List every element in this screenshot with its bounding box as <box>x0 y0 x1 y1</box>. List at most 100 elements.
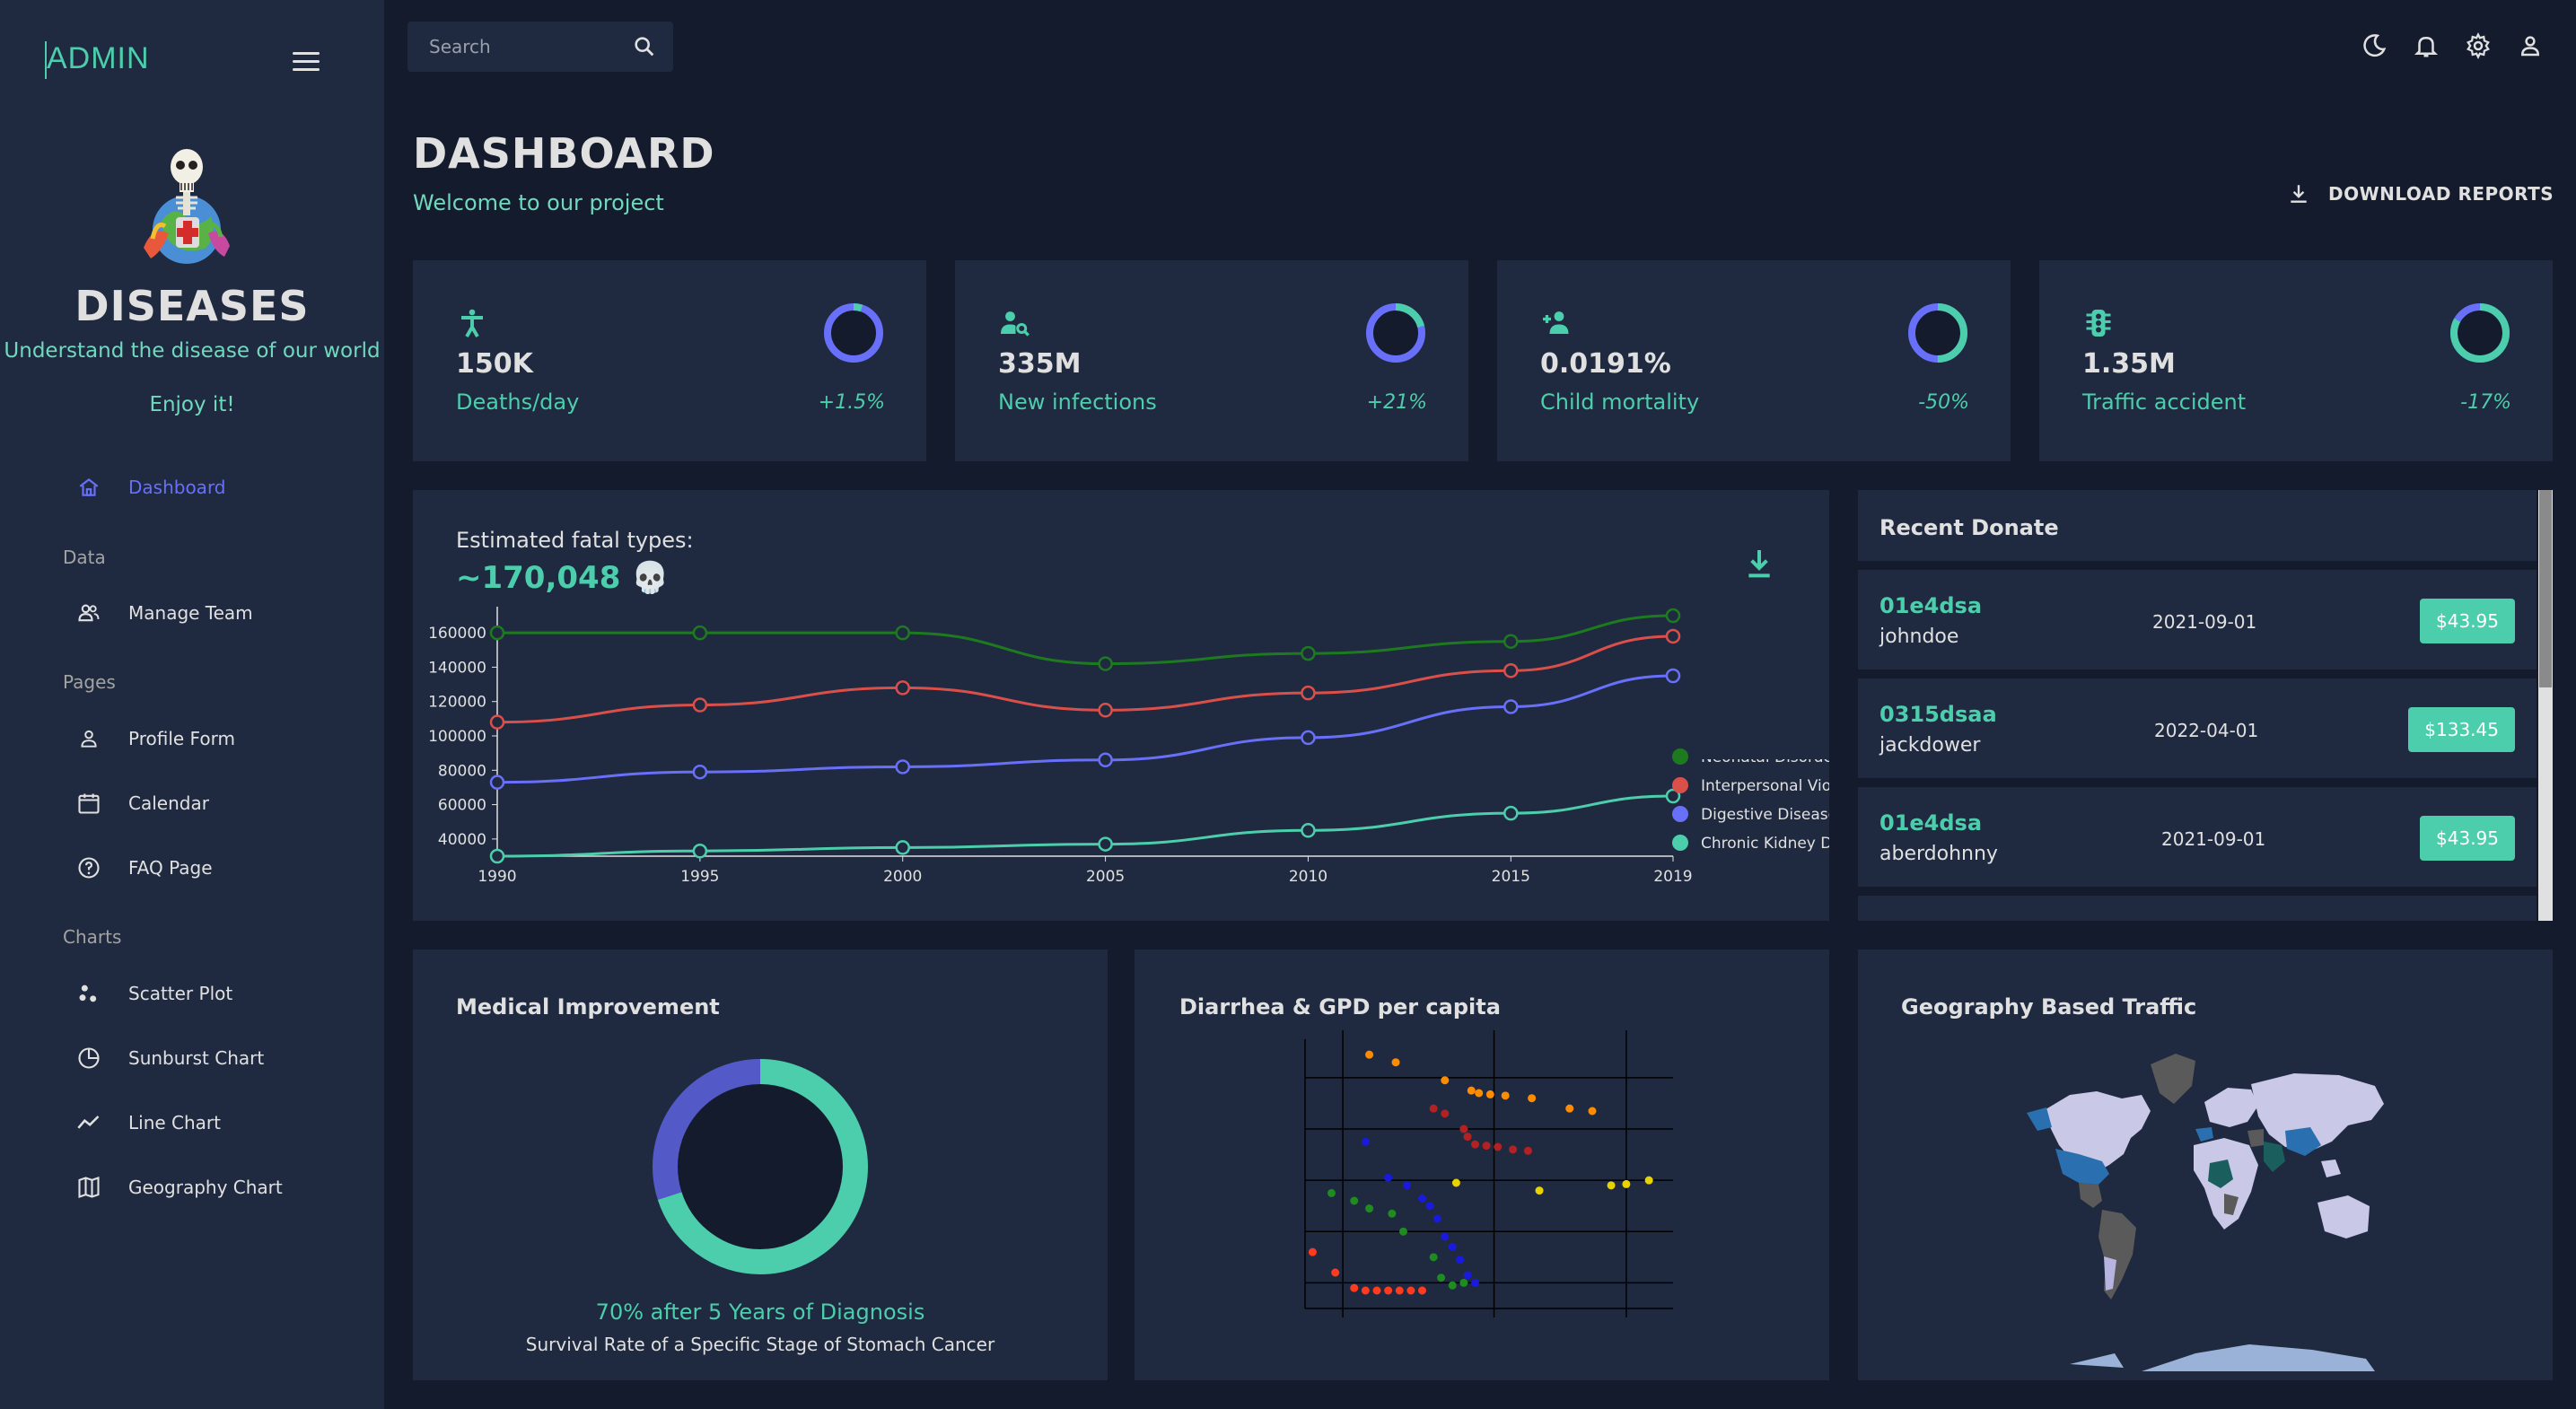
scatter-point[interactable] <box>1308 1247 1317 1256</box>
data-point[interactable] <box>489 714 505 730</box>
scatter-point[interactable] <box>1482 1142 1491 1151</box>
scatter-point[interactable] <box>1535 1186 1544 1195</box>
donation-amount-badge[interactable]: $43.95 <box>2420 599 2515 643</box>
scatter-point[interactable] <box>1441 1232 1450 1241</box>
scatter-point[interactable] <box>1523 1146 1532 1155</box>
scatter-point[interactable] <box>1494 1142 1503 1151</box>
scatter-point[interactable] <box>1501 1091 1510 1100</box>
scatter-point[interactable] <box>1448 1281 1457 1290</box>
data-point[interactable] <box>1301 730 1316 746</box>
data-point[interactable] <box>895 625 910 641</box>
scatter-point[interactable] <box>1384 1286 1393 1295</box>
scatter-point[interactable] <box>1459 1125 1468 1133</box>
scatter-point[interactable] <box>1485 1090 1494 1098</box>
scatter-point[interactable] <box>1406 1286 1415 1295</box>
scatter-point[interactable] <box>1429 1253 1438 1262</box>
data-point[interactable] <box>895 759 910 775</box>
scatter-point[interactable] <box>1470 1140 1479 1149</box>
data-point[interactable] <box>1665 668 1681 684</box>
data-point[interactable] <box>1301 645 1316 661</box>
scatter-point[interactable] <box>1463 1271 1472 1280</box>
scatter-point[interactable] <box>1384 1173 1393 1182</box>
data-point[interactable] <box>895 680 910 696</box>
scatter-point[interactable] <box>1388 1209 1397 1218</box>
scatter-point[interactable] <box>1350 1283 1359 1292</box>
data-point[interactable] <box>1503 805 1519 821</box>
scatter-point[interactable] <box>1588 1107 1597 1116</box>
scatter-point[interactable] <box>1425 1202 1434 1211</box>
scatter-point[interactable] <box>1441 1109 1450 1118</box>
scatter-point[interactable] <box>1418 1194 1427 1203</box>
scatter-point[interactable] <box>1361 1137 1370 1146</box>
scatter-point[interactable] <box>1565 1104 1574 1113</box>
scatter-point[interactable] <box>1365 1050 1374 1059</box>
scatter-point[interactable] <box>1607 1181 1616 1190</box>
data-point[interactable] <box>692 764 708 780</box>
scatter-point[interactable] <box>1395 1286 1404 1295</box>
data-point[interactable] <box>489 625 505 641</box>
scatter-point[interactable] <box>1463 1133 1472 1142</box>
scatter-point[interactable] <box>1456 1256 1465 1265</box>
scatter-point[interactable] <box>1448 1242 1457 1251</box>
scatter-point[interactable] <box>1331 1268 1340 1277</box>
scatter-point[interactable] <box>1327 1188 1336 1197</box>
scatter-point[interactable] <box>1365 1204 1374 1213</box>
scatter-point[interactable] <box>1433 1214 1441 1223</box>
sidebar-item-scatter-plot[interactable]: Scatter Plot <box>0 968 384 1019</box>
scatter-point[interactable] <box>1528 1094 1537 1103</box>
dark-mode-icon[interactable] <box>2359 31 2389 61</box>
scatter-point[interactable] <box>1509 1145 1518 1154</box>
settings-icon[interactable] <box>2463 31 2493 61</box>
scatter-point[interactable] <box>1418 1286 1427 1295</box>
data-point[interactable] <box>692 697 708 713</box>
data-point[interactable] <box>692 844 708 859</box>
download-reports-button[interactable]: DOWNLOAD REPORTS <box>2287 176 2554 212</box>
scatter-point[interactable] <box>1644 1176 1653 1185</box>
sidebar-item-dashboard[interactable]: Dashboard <box>0 462 384 512</box>
search-input[interactable] <box>429 32 609 61</box>
data-point[interactable] <box>1098 752 1113 768</box>
search-icon[interactable] <box>632 34 657 59</box>
sidebar-item-profile-form[interactable]: Profile Form <box>0 713 384 764</box>
data-point[interactable] <box>1503 699 1519 714</box>
scatter-point[interactable] <box>1372 1286 1381 1295</box>
scatter-point[interactable] <box>1391 1058 1400 1067</box>
data-point[interactable] <box>1301 823 1316 838</box>
data-point[interactable] <box>895 840 910 855</box>
sidebar-item-faq-page[interactable]: FAQ Page <box>0 843 384 893</box>
sidebar-item-geography-chart[interactable]: Geography Chart <box>0 1162 384 1212</box>
scatter-point[interactable] <box>1350 1196 1359 1205</box>
sidebar-item-manage-team[interactable]: Manage Team <box>0 588 384 638</box>
data-point[interactable] <box>1665 608 1681 624</box>
scatter-point[interactable] <box>1459 1278 1468 1287</box>
notifications-icon[interactable] <box>2411 31 2441 61</box>
data-point[interactable] <box>489 775 505 790</box>
scrollbar-thumb[interactable] <box>2539 490 2552 687</box>
data-point[interactable] <box>692 625 708 641</box>
scatter-point[interactable] <box>1429 1104 1438 1113</box>
person-icon[interactable] <box>2515 31 2545 61</box>
sidebar-item-line-chart[interactable]: Line Chart <box>0 1098 384 1148</box>
scatter-point[interactable] <box>1475 1089 1484 1098</box>
menu-toggle-icon[interactable] <box>293 52 320 72</box>
sidebar-item-sunburst-chart[interactable]: Sunburst Chart <box>0 1033 384 1083</box>
data-point[interactable] <box>489 848 505 864</box>
scatter-point[interactable] <box>1467 1086 1476 1095</box>
data-point[interactable] <box>1098 836 1113 852</box>
scatter-point[interactable] <box>1441 1076 1450 1085</box>
scatter-point[interactable] <box>1451 1178 1460 1187</box>
data-point[interactable] <box>1503 634 1519 649</box>
data-point[interactable] <box>1301 685 1316 701</box>
data-point[interactable] <box>1665 628 1681 644</box>
donation-amount-badge[interactable]: $43.95 <box>2420 816 2515 861</box>
donation-amount-badge[interactable]: $133.45 <box>2408 707 2515 752</box>
scatter-point[interactable] <box>1470 1278 1479 1287</box>
data-point[interactable] <box>1098 656 1113 671</box>
sidebar-item-calendar[interactable]: Calendar <box>0 778 384 828</box>
data-point[interactable] <box>1098 703 1113 718</box>
scatter-point[interactable] <box>1622 1179 1631 1188</box>
scatter-point[interactable] <box>1361 1286 1370 1295</box>
scatter-point[interactable] <box>1398 1227 1407 1236</box>
scatter-point[interactable] <box>1437 1273 1446 1282</box>
data-point[interactable] <box>1503 663 1519 678</box>
